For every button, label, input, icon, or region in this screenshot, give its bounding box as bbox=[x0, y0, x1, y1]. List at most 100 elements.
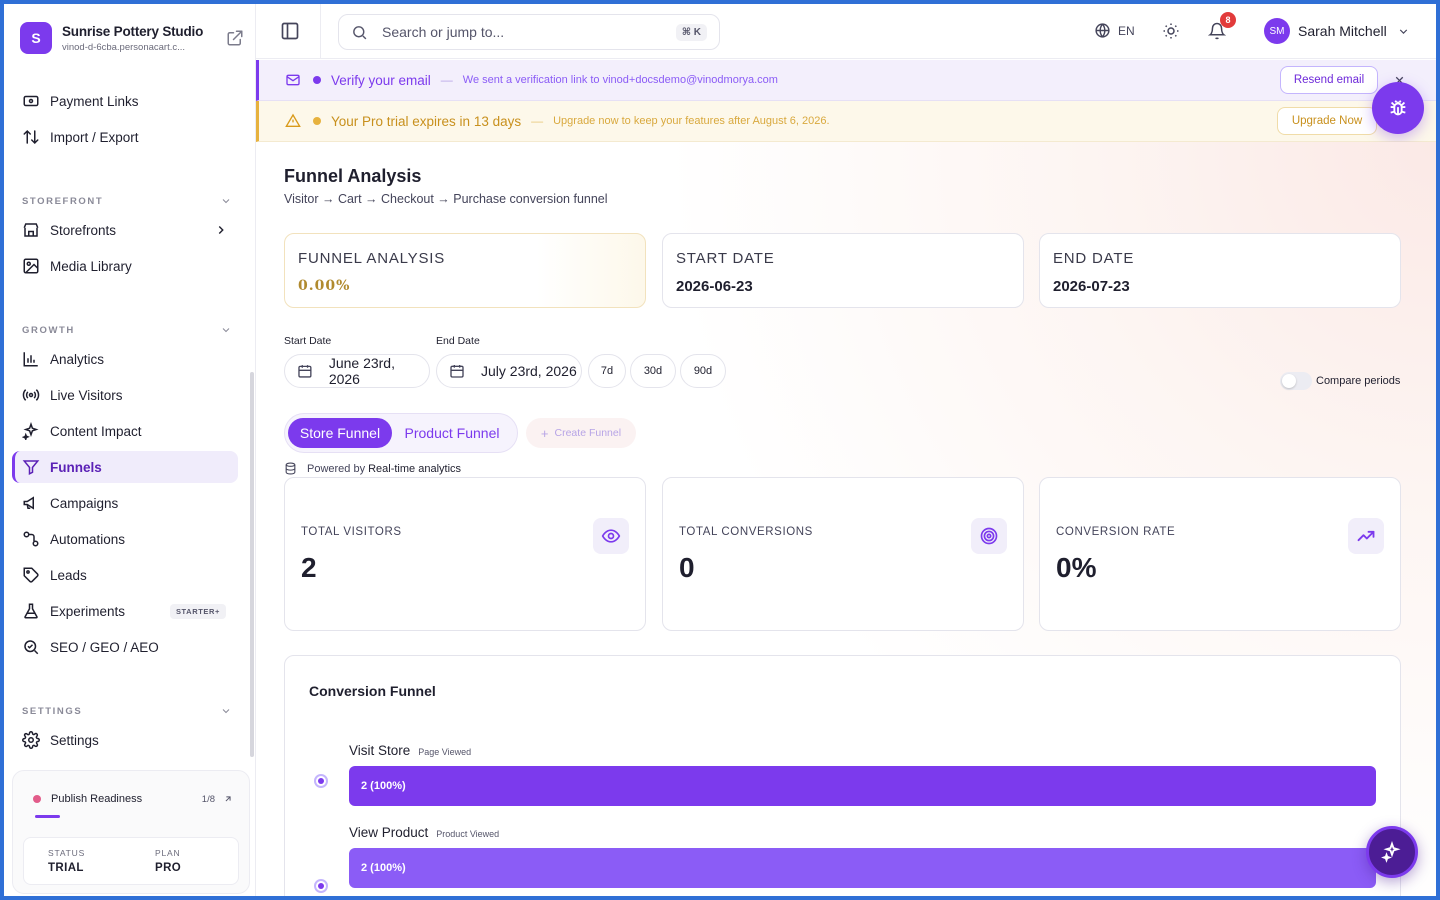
section-growth[interactable]: GROWTH bbox=[22, 323, 232, 337]
sidebar-item-label: Experiments bbox=[50, 603, 126, 619]
step-label: Visit Store bbox=[349, 743, 411, 758]
start-date-label: Start Date bbox=[284, 335, 332, 347]
globe-icon bbox=[1095, 23, 1110, 38]
sidebar-item-label: Media Library bbox=[50, 258, 132, 274]
sidebar-item-label: Automations bbox=[50, 531, 126, 547]
target-icon bbox=[980, 527, 998, 545]
notification-badge: 8 bbox=[1220, 12, 1236, 28]
search-bar[interactable]: ⌘ K bbox=[338, 14, 720, 50]
bar-chart-icon bbox=[23, 352, 38, 367]
plan-label: PLAN bbox=[155, 848, 181, 858]
funnel-step-bar[interactable]: 2 (100%) bbox=[349, 848, 1376, 888]
search-check-icon bbox=[24, 640, 39, 655]
brand-logo: S bbox=[20, 22, 52, 54]
sidebar-item-storefronts[interactable]: Storefronts bbox=[12, 214, 238, 246]
section-storefront[interactable]: STOREFRONT bbox=[22, 194, 232, 208]
kpi-label: TOTAL CONVERSIONS bbox=[679, 526, 813, 538]
sidebar-item-media-library[interactable]: Media Library bbox=[12, 250, 238, 282]
eye-icon bbox=[601, 529, 621, 543]
sidebar-item-automations[interactable]: Automations bbox=[12, 523, 238, 555]
section-label: SETTINGS bbox=[22, 705, 83, 717]
sun-icon[interactable] bbox=[1162, 22, 1180, 40]
funnel-step-bar[interactable]: 2 (100%) bbox=[349, 766, 1376, 806]
range-7d-button[interactable]: 7d bbox=[588, 354, 626, 388]
sidebar-item-experiments[interactable]: Experiments STARTER+ bbox=[12, 595, 238, 627]
brand-subdomain: vinod-d-6cba.personacart.c... bbox=[62, 41, 186, 53]
publish-readiness-card[interactable]: Publish Readiness 1/8 STATUS TRIAL PLAN … bbox=[12, 770, 250, 894]
tab-store-funnel[interactable]: Store Funnel bbox=[288, 418, 392, 448]
sidebar-item-funnels[interactable]: Funnels bbox=[12, 451, 238, 483]
kpi-value: 0% bbox=[1056, 552, 1097, 583]
resend-email-button[interactable]: Resend email bbox=[1280, 66, 1378, 94]
tab-product-funnel[interactable]: Product Funnel bbox=[392, 418, 512, 448]
mail-icon bbox=[286, 74, 300, 86]
kpi-icon-box bbox=[593, 518, 629, 554]
upgrade-now-button[interactable]: Upgrade Now bbox=[1277, 107, 1377, 135]
compare-toggle[interactable] bbox=[1280, 372, 1312, 390]
step-event: Product Viewed bbox=[436, 829, 500, 839]
bug-icon bbox=[1390, 100, 1406, 116]
funnel-step-name: View Product Product Viewed bbox=[349, 825, 499, 840]
external-link-icon[interactable] bbox=[226, 29, 244, 47]
compare-label: Compare periods bbox=[1316, 375, 1401, 387]
page-title: Funnel Analysis bbox=[284, 166, 422, 186]
ai-assistant-button[interactable] bbox=[1366, 826, 1418, 878]
sidebar-item-label: Settings bbox=[50, 732, 99, 748]
sidebar-item-analytics[interactable]: Analytics bbox=[12, 343, 238, 375]
separator: — bbox=[440, 73, 453, 87]
publish-progress-bar bbox=[35, 815, 60, 818]
plan-status-box: STATUS TRIAL PLAN PRO bbox=[23, 837, 239, 885]
search-input[interactable] bbox=[382, 24, 652, 40]
end-date-label: End Date bbox=[436, 335, 480, 347]
sidebar-scrollbar[interactable] bbox=[250, 372, 254, 757]
create-funnel-button[interactable]: + Create Funnel bbox=[526, 418, 636, 448]
sidebar-item-settings[interactable]: Settings bbox=[12, 724, 238, 756]
calendar-icon bbox=[450, 365, 464, 378]
sidebar-item-label: Live Visitors bbox=[50, 387, 123, 403]
chevron-down-icon bbox=[222, 199, 230, 204]
verify-title: Verify your email bbox=[331, 72, 431, 88]
compare-periods[interactable]: Compare periods bbox=[1280, 372, 1400, 390]
kpi-value: 2 bbox=[301, 552, 317, 583]
sidebar-item-payment-links[interactable]: Payment Links bbox=[12, 85, 238, 117]
language-selector[interactable]: EN bbox=[1094, 22, 1135, 39]
section-settings[interactable]: SETTINGS bbox=[22, 704, 232, 718]
start-date-picker[interactable]: June 23rd, 2026 bbox=[284, 354, 430, 388]
sidebar-item-leads[interactable]: Leads bbox=[12, 559, 238, 591]
filter-icon bbox=[22, 460, 40, 475]
user-menu[interactable]: SM Sarah Mitchell bbox=[1264, 18, 1410, 44]
sidebar-item-campaigns[interactable]: Campaigns bbox=[12, 487, 238, 519]
funnel-title: Conversion Funnel bbox=[309, 683, 436, 699]
kpi-total-visitors: TOTAL VISITORS 2 bbox=[284, 477, 646, 631]
summary-label: START DATE bbox=[676, 250, 775, 267]
sidebar-item-live-visitors[interactable]: Live Visitors bbox=[12, 379, 238, 411]
powered-source: Real-time analytics bbox=[368, 462, 462, 475]
sidebar-item-label: Analytics bbox=[50, 351, 105, 367]
plan-badge: STARTER+ bbox=[169, 603, 226, 619]
summary-value: 0.00% bbox=[298, 278, 351, 294]
section-label: STOREFRONT bbox=[22, 195, 104, 207]
sidebar-item-content-impact[interactable]: Content Impact bbox=[12, 415, 238, 447]
language-label: EN bbox=[1118, 23, 1135, 38]
funnel-step-dot bbox=[314, 879, 328, 893]
verify-message: We sent a verification link to vinod+doc… bbox=[462, 74, 778, 86]
chevron-down-icon bbox=[1399, 28, 1407, 34]
import-export-icon bbox=[23, 129, 39, 145]
debug-fab-button[interactable] bbox=[1372, 82, 1424, 134]
sidebar-item-label: Funnels bbox=[50, 459, 102, 475]
end-date-picker[interactable]: July 23rd, 2026 bbox=[436, 354, 582, 388]
range-90d-button[interactable]: 90d bbox=[680, 354, 726, 388]
app-window: S Sunrise Pottery Studio vinod-d-6cba.pe… bbox=[0, 0, 1440, 900]
summary-card-start-date: START DATE 2026-06-23 bbox=[662, 233, 1024, 308]
image-icon bbox=[23, 258, 39, 274]
divider bbox=[320, 4, 321, 59]
sidebar-item-import-export[interactable]: Import / Export bbox=[12, 121, 238, 153]
sidebar-item-seo[interactable]: SEO / GEO / AEO bbox=[12, 631, 238, 663]
summary-value: 2026-07-23 bbox=[1053, 278, 1130, 295]
sidebar-toggle-icon[interactable] bbox=[280, 21, 300, 41]
brand-header[interactable]: S Sunrise Pottery Studio vinod-d-6cba.pe… bbox=[20, 18, 244, 58]
kpi-label: TOTAL VISITORS bbox=[301, 526, 402, 538]
trial-banner: Your Pro trial expires in 13 days — Upgr… bbox=[256, 101, 1436, 142]
arrow-up-right-icon bbox=[225, 796, 231, 802]
range-30d-button[interactable]: 30d bbox=[630, 354, 676, 388]
